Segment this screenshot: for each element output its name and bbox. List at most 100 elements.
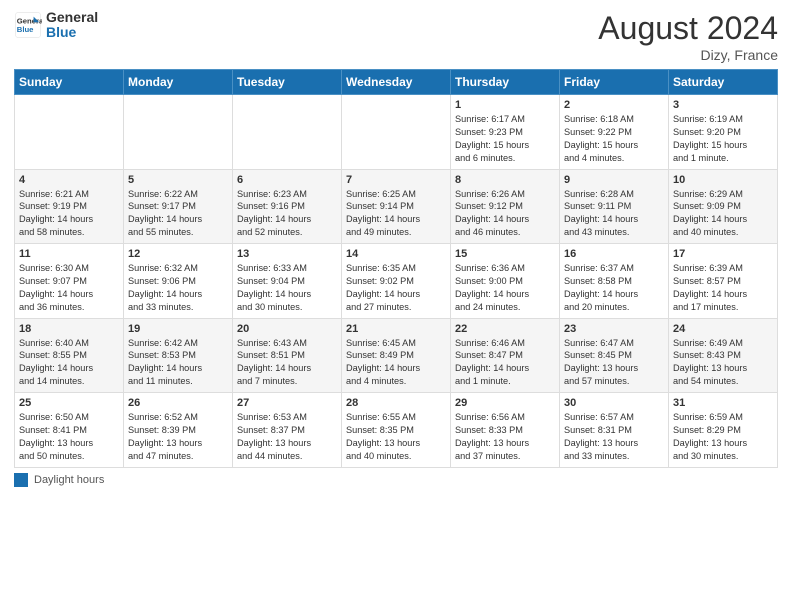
day-number: 18 [19, 323, 119, 335]
day-number: 2 [564, 99, 664, 111]
calendar-cell: 8 Sunrise: 6:26 AM Sunset: 9:12 PM Daylig… [451, 169, 560, 244]
day-number: 25 [19, 397, 119, 409]
calendar-cell [124, 95, 233, 170]
calendar-cell: 18 Sunrise: 6:40 AM Sunset: 8:55 PM Dayli… [15, 318, 124, 393]
page-container: General Blue General Blue August 2024 Di… [0, 0, 792, 497]
day-info: Sunrise: 6:59 AM Sunset: 8:29 PM Dayligh… [673, 411, 773, 463]
day-info: Sunrise: 6:57 AM Sunset: 8:31 PM Dayligh… [564, 411, 664, 463]
col-header-saturday: Saturday [669, 70, 778, 95]
title-block: August 2024 Dizy, France [598, 10, 778, 63]
calendar-cell [15, 95, 124, 170]
day-info: Sunrise: 6:36 AM Sunset: 9:00 PM Dayligh… [455, 262, 555, 314]
calendar-week-row: 11 Sunrise: 6:30 AM Sunset: 9:07 PM Dayli… [15, 244, 778, 319]
day-number: 4 [19, 174, 119, 186]
calendar-cell: 21 Sunrise: 6:45 AM Sunset: 8:49 PM Dayli… [342, 318, 451, 393]
day-number: 12 [128, 248, 228, 260]
calendar-cell: 5 Sunrise: 6:22 AM Sunset: 9:17 PM Daylig… [124, 169, 233, 244]
day-number: 31 [673, 397, 773, 409]
day-number: 19 [128, 323, 228, 335]
calendar-cell: 23Sunrise: 6:47 AM Sunset: 8:45 PM Dayli… [560, 318, 669, 393]
calendar-cell: 22 Sunrise: 6:46 AM Sunset: 8:47 PM Dayli… [451, 318, 560, 393]
day-info: Sunrise: 6:53 AM Sunset: 8:37 PM Dayligh… [237, 411, 337, 463]
calendar-cell [233, 95, 342, 170]
day-info: Sunrise: 6:26 AM Sunset: 9:12 PM Dayligh… [455, 188, 555, 240]
svg-text:Blue: Blue [17, 25, 34, 34]
day-info: Sunrise: 6:35 AM Sunset: 9:02 PM Dayligh… [346, 262, 446, 314]
day-info: Sunrise: 6:47 AM Sunset: 8:45 PM Dayligh… [564, 337, 664, 389]
day-number: 30 [564, 397, 664, 409]
calendar-cell: 9Sunrise: 6:28 AM Sunset: 9:11 PM Daylig… [560, 169, 669, 244]
calendar-cell: 24Sunrise: 6:49 AM Sunset: 8:43 PM Dayli… [669, 318, 778, 393]
day-number: 24 [673, 323, 773, 335]
day-number: 28 [346, 397, 446, 409]
day-info: Sunrise: 6:19 AM Sunset: 9:20 PM Dayligh… [673, 113, 773, 165]
day-number: 14 [346, 248, 446, 260]
calendar-cell: 1Sunrise: 6:17 AM Sunset: 9:23 PM Daylig… [451, 95, 560, 170]
col-header-monday: Monday [124, 70, 233, 95]
day-number: 27 [237, 397, 337, 409]
month-title: August 2024 [598, 10, 778, 47]
calendar-week-row: 25 Sunrise: 6:50 AM Sunset: 8:41 PM Dayli… [15, 393, 778, 468]
day-number: 3 [673, 99, 773, 111]
header: General Blue General Blue August 2024 Di… [14, 10, 778, 63]
col-header-friday: Friday [560, 70, 669, 95]
calendar-cell: 16 Sunrise: 6:37 AM Sunset: 8:58 PM Dayli… [560, 244, 669, 319]
day-info: Sunrise: 6:18 AM Sunset: 9:22 PM Dayligh… [564, 113, 664, 165]
calendar-cell: 26Sunrise: 6:52 AM Sunset: 8:39 PM Dayli… [124, 393, 233, 468]
day-number: 22 [455, 323, 555, 335]
calendar-cell: 31 Sunrise: 6:59 AM Sunset: 8:29 PM Dayli… [669, 393, 778, 468]
day-info: Sunrise: 6:37 AM Sunset: 8:58 PM Dayligh… [564, 262, 664, 314]
day-number: 5 [128, 174, 228, 186]
day-info: Sunrise: 6:55 AM Sunset: 8:35 PM Dayligh… [346, 411, 446, 463]
day-info: Sunrise: 6:33 AM Sunset: 9:04 PM Dayligh… [237, 262, 337, 314]
day-number: 21 [346, 323, 446, 335]
logo: General Blue General Blue [14, 10, 98, 41]
calendar-cell: 6Sunrise: 6:23 AM Sunset: 9:16 PM Daylig… [233, 169, 342, 244]
day-info: Sunrise: 6:17 AM Sunset: 9:23 PM Dayligh… [455, 113, 555, 165]
day-number: 20 [237, 323, 337, 335]
legend: Daylight hours [14, 473, 778, 487]
day-number: 13 [237, 248, 337, 260]
calendar-cell: 28 Sunrise: 6:55 AM Sunset: 8:35 PM Dayli… [342, 393, 451, 468]
calendar-cell: 20 Sunrise: 6:43 AM Sunset: 8:51 PM Dayli… [233, 318, 342, 393]
calendar-cell: 14 Sunrise: 6:35 AM Sunset: 9:02 PM Dayli… [342, 244, 451, 319]
day-info: Sunrise: 6:32 AM Sunset: 9:06 PM Dayligh… [128, 262, 228, 314]
day-info: Sunrise: 6:39 AM Sunset: 8:57 PM Dayligh… [673, 262, 773, 314]
day-number: 26 [128, 397, 228, 409]
legend-label: Daylight hours [34, 474, 104, 486]
calendar-cell: 11 Sunrise: 6:30 AM Sunset: 9:07 PM Dayli… [15, 244, 124, 319]
day-info: Sunrise: 6:28 AM Sunset: 9:11 PM Dayligh… [564, 188, 664, 240]
day-info: Sunrise: 6:29 AM Sunset: 9:09 PM Dayligh… [673, 188, 773, 240]
calendar-week-row: 4Sunrise: 6:21 AM Sunset: 9:19 PM Daylig… [15, 169, 778, 244]
calendar-cell: 2 Sunrise: 6:18 AM Sunset: 9:22 PM Daylig… [560, 95, 669, 170]
day-info: Sunrise: 6:43 AM Sunset: 8:51 PM Dayligh… [237, 337, 337, 389]
svg-text:General: General [17, 17, 42, 26]
day-info: Sunrise: 6:42 AM Sunset: 8:53 PM Dayligh… [128, 337, 228, 389]
day-number: 17 [673, 248, 773, 260]
day-number: 10 [673, 174, 773, 186]
day-info: Sunrise: 6:45 AM Sunset: 8:49 PM Dayligh… [346, 337, 446, 389]
day-info: Sunrise: 6:22 AM Sunset: 9:17 PM Dayligh… [128, 188, 228, 240]
day-info: Sunrise: 6:30 AM Sunset: 9:07 PM Dayligh… [19, 262, 119, 314]
day-info: Sunrise: 6:46 AM Sunset: 8:47 PM Dayligh… [455, 337, 555, 389]
day-number: 16 [564, 248, 664, 260]
calendar-cell: 3 Sunrise: 6:19 AM Sunset: 9:20 PM Daylig… [669, 95, 778, 170]
calendar-cell: 10 Sunrise: 6:29 AM Sunset: 9:09 PM Dayli… [669, 169, 778, 244]
calendar-cell: 7Sunrise: 6:25 AM Sunset: 9:14 PM Daylig… [342, 169, 451, 244]
col-header-sunday: Sunday [15, 70, 124, 95]
day-number: 8 [455, 174, 555, 186]
calendar-cell: 29Sunrise: 6:56 AM Sunset: 8:33 PM Dayli… [451, 393, 560, 468]
calendar-cell: 12 Sunrise: 6:32 AM Sunset: 9:06 PM Dayli… [124, 244, 233, 319]
logo-text: General Blue [46, 10, 98, 41]
day-info: Sunrise: 6:40 AM Sunset: 8:55 PM Dayligh… [19, 337, 119, 389]
day-number: 7 [346, 174, 446, 186]
calendar-cell: 17 Sunrise: 6:39 AM Sunset: 8:57 PM Dayli… [669, 244, 778, 319]
calendar-cell: 19 Sunrise: 6:42 AM Sunset: 8:53 PM Dayli… [124, 318, 233, 393]
calendar-cell: 25 Sunrise: 6:50 AM Sunset: 8:41 PM Dayli… [15, 393, 124, 468]
calendar-cell: 30 Sunrise: 6:57 AM Sunset: 8:31 PM Dayli… [560, 393, 669, 468]
day-info: Sunrise: 6:50 AM Sunset: 8:41 PM Dayligh… [19, 411, 119, 463]
location-subtitle: Dizy, France [598, 47, 778, 63]
calendar-table: SundayMondayTuesdayWednesdayThursdayFrid… [14, 69, 778, 468]
day-number: 11 [19, 248, 119, 260]
calendar-week-row: 18 Sunrise: 6:40 AM Sunset: 8:55 PM Dayli… [15, 318, 778, 393]
